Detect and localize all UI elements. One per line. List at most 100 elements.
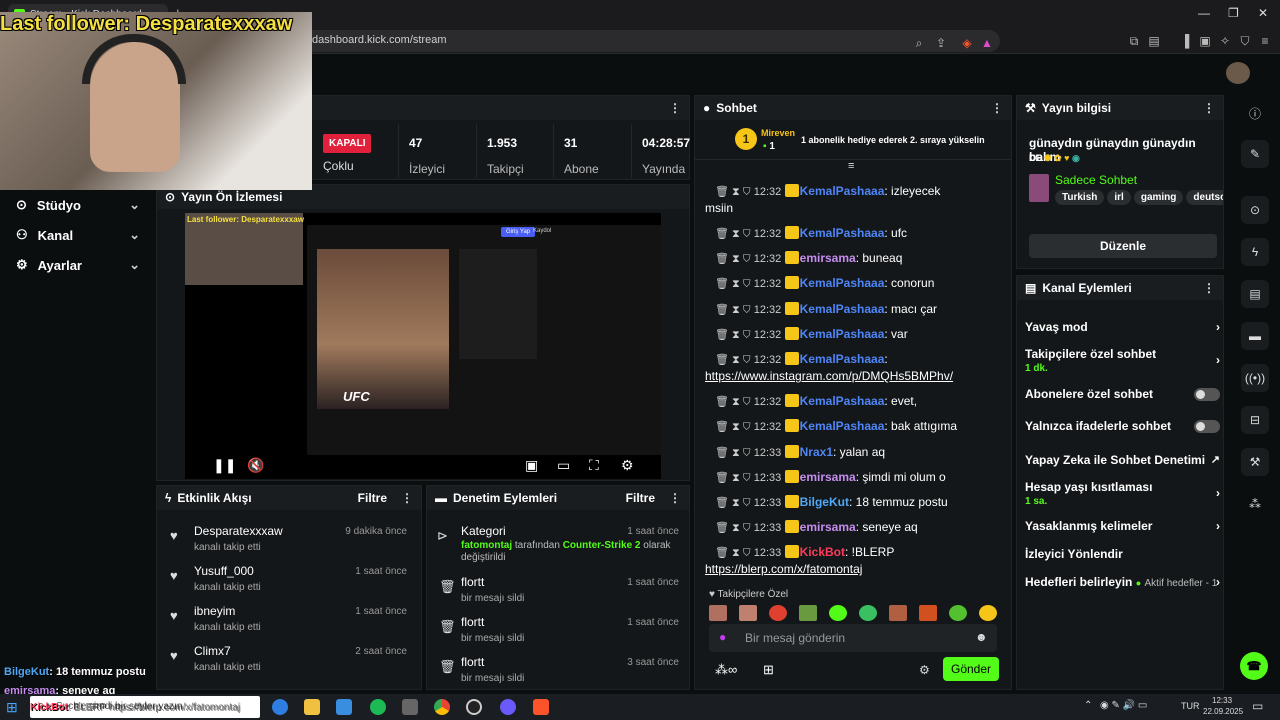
more-options-icon[interactable]: ⋮ <box>1203 101 1215 115</box>
message-user[interactable]: BilgeKut <box>800 495 849 509</box>
emote-icon[interactable] <box>709 605 727 621</box>
message-user[interactable]: KemalPashaaa <box>800 226 885 240</box>
message-user[interactable]: KemalPashaaa <box>800 394 885 408</box>
message-user[interactable]: KemalPashaaa <box>800 327 885 341</box>
activity-filter-button[interactable]: Filtre <box>358 491 387 505</box>
emote-icon[interactable] <box>769 605 787 621</box>
goals-action[interactable]: Hedefleri belirleyin ● Aktif hedefler - … <box>1025 575 1220 591</box>
more-options-icon[interactable]: ⋮ <box>1203 281 1215 295</box>
mod-action-icons[interactable]: 🗑 ⧗ ⛉ <box>715 278 754 290</box>
spotify-icon[interactable] <box>370 699 386 715</box>
document-icon[interactable]: ▤ <box>1241 280 1269 308</box>
preview-video[interactable]: Last follower: Desparatexxxaw Giriş Yap … <box>185 213 661 479</box>
more-options-icon[interactable]: ⋮ <box>669 101 681 115</box>
edit-button[interactable]: Düzenle <box>1029 234 1217 258</box>
mod-action-icons[interactable]: 🗑 ⧗ ⛉ <box>715 447 754 459</box>
mod-action-icons[interactable]: 🗑 ⧗ ⛉ <box>715 253 754 265</box>
banned-words-action[interactable]: Yasaklanmış kelimeler › <box>1025 519 1220 535</box>
maximize-icon[interactable]: ❐ <box>1228 6 1239 20</box>
layout-icon[interactable]: ⊟ <box>1241 406 1269 434</box>
mod-action-icons[interactable]: 🗑 ⧗ ⛉ <box>715 421 754 433</box>
info-icon[interactable]: ⓘ <box>1241 99 1269 127</box>
message-user[interactable]: KemalPashaaa <box>800 276 885 290</box>
followers-only-action[interactable]: Takipçilere özel sohbet 1 dk. › <box>1025 347 1220 377</box>
brave-shield-icon[interactable]: ◈ <box>960 36 974 50</box>
message-user[interactable]: emirsama <box>800 470 856 484</box>
message-continuation[interactable]: https://www.instagram.com/p/DMQHs5BMPhv/ <box>705 368 1000 384</box>
more-options-icon[interactable]: ⋮ <box>669 491 681 505</box>
file-explorer-icon[interactable] <box>304 699 320 715</box>
clock-time[interactable]: 12:33 <box>1212 696 1232 705</box>
avatar[interactable] <box>1226 62 1250 84</box>
account-age-action[interactable]: Hesap yaşı kısıtlaması 1 sa. › <box>1025 480 1220 510</box>
address-bar[interactable]: dashboard.kick.com/stream ⌕ ⇪ ◈ ▲ <box>300 30 1000 52</box>
wallet-icon[interactable]: ▣ <box>1198 34 1212 48</box>
mute-icon[interactable]: 🔇 <box>247 457 264 474</box>
emote-icon[interactable] <box>949 605 967 621</box>
pause-icon[interactable]: ❚❚ <box>213 457 236 474</box>
gear-icon[interactable]: ⚙ <box>919 663 930 677</box>
close-window-icon[interactable]: ✕ <box>1258 6 1268 20</box>
minimize-icon[interactable]: — <box>1198 6 1210 20</box>
apps-icon[interactable]: ⁂ <box>1241 490 1269 518</box>
emote-only-toggle[interactable] <box>1194 420 1220 433</box>
more-options-icon[interactable]: ⋮ <box>401 491 413 505</box>
gear-icon[interactable]: ⚙ <box>621 457 634 474</box>
store-icon[interactable] <box>336 699 352 715</box>
share-icon[interactable]: ⇪ <box>934 36 948 50</box>
ai-moderation-action[interactable]: Yapay Zeka ile Sohbet Denetimi ↗ <box>1025 453 1220 469</box>
collapse-icon[interactable]: ≡ <box>848 160 854 172</box>
emote-icon[interactable] <box>979 605 997 621</box>
menu-icon[interactable]: ≡ <box>1258 34 1272 48</box>
mod-action-icons[interactable]: 🗑 ⧗ ⛉ <box>715 472 754 484</box>
tray-icons[interactable]: ◉ ✎ 🔊 ▭ <box>1100 700 1147 711</box>
mod-action-icons[interactable]: 🗑 ⧗ ⛉ <box>715 186 754 198</box>
moderation-filter-button[interactable]: Filtre <box>626 491 655 505</box>
raid-action[interactable]: İzleyici Yönlendir <box>1025 547 1220 563</box>
microphone-icon[interactable]: ● <box>719 630 726 644</box>
chrome-icon[interactable] <box>434 699 450 715</box>
fullscreen-icon[interactable]: ⛶ <box>589 457 599 474</box>
sidebar-item-channel[interactable]: ⚇ Kanal ⌄ <box>0 220 150 250</box>
subscribers-only-toggle[interactable] <box>1194 388 1220 401</box>
emoji-icon[interactable]: ☻ <box>975 630 988 644</box>
message-user[interactable]: emirsama <box>800 520 856 534</box>
emote-icon[interactable] <box>889 605 907 621</box>
stream-category[interactable]: Sadece Sohbet <box>1055 173 1137 187</box>
chat-input[interactable]: ● Bir mesaj gönderin ☻ <box>709 624 997 652</box>
brave-rewards-icon[interactable]: ▲ <box>980 36 994 50</box>
notification-icon[interactable]: ▭ <box>1252 699 1263 713</box>
edit-icon[interactable]: ✎ <box>1241 140 1269 168</box>
discord-icon[interactable] <box>500 699 516 715</box>
vpn-icon[interactable]: ⛉ <box>1238 34 1252 48</box>
extensions-icon[interactable]: ⧉ <box>1127 34 1141 48</box>
message-user[interactable]: KemalPashaaa <box>800 184 885 198</box>
slow-mode-action[interactable]: Yavaş mod › <box>1025 320 1220 336</box>
calculator-icon[interactable] <box>402 699 418 715</box>
message-user[interactable]: KemalPashaaa <box>800 302 885 316</box>
mod-action-icons[interactable]: 🗑 ⧗ ⛉ <box>715 354 754 366</box>
message-user[interactable]: KickBot <box>800 545 845 559</box>
leo-icon[interactable]: ✧ <box>1218 34 1232 48</box>
emote-icon[interactable] <box>859 605 877 621</box>
mod-action-icons[interactable]: 🗑 ⧗ ⛉ <box>715 497 754 509</box>
send-button[interactable]: Gönder <box>943 657 999 681</box>
clock-date[interactable]: 22.09.2025 <box>1203 707 1243 716</box>
sidebar-toggle-icon[interactable]: ▐ <box>1178 34 1192 48</box>
mod-action-icons[interactable]: 🗑 ⧗ ⛉ <box>715 304 754 316</box>
lightning-icon[interactable]: ϟ <box>1241 238 1269 266</box>
obs-icon[interactable] <box>466 699 482 715</box>
sidebar-item-settings[interactable]: ⚙ Ayarlar ⌄ <box>0 250 150 280</box>
mod-action-icons[interactable]: 🗑 ⧗ ⛉ <box>715 547 754 559</box>
infinity-icon[interactable]: ⁂∞ <box>715 662 737 678</box>
message-user[interactable]: Nrax1 <box>800 445 833 459</box>
message-user[interactable]: emirsama <box>800 251 856 265</box>
theater-icon[interactable]: ▭ <box>557 457 570 474</box>
mod-action-icons[interactable]: 🗑 ⧗ ⛉ <box>715 396 754 408</box>
emote-icon[interactable] <box>829 605 847 621</box>
emote-icon[interactable] <box>799 605 817 621</box>
wrench-icon[interactable]: ⚒ <box>1241 448 1269 476</box>
emote-icon[interactable] <box>919 605 937 621</box>
language-indicator[interactable]: TUR <box>1181 701 1200 711</box>
support-chat-icon[interactable]: ☎ <box>1240 652 1268 680</box>
